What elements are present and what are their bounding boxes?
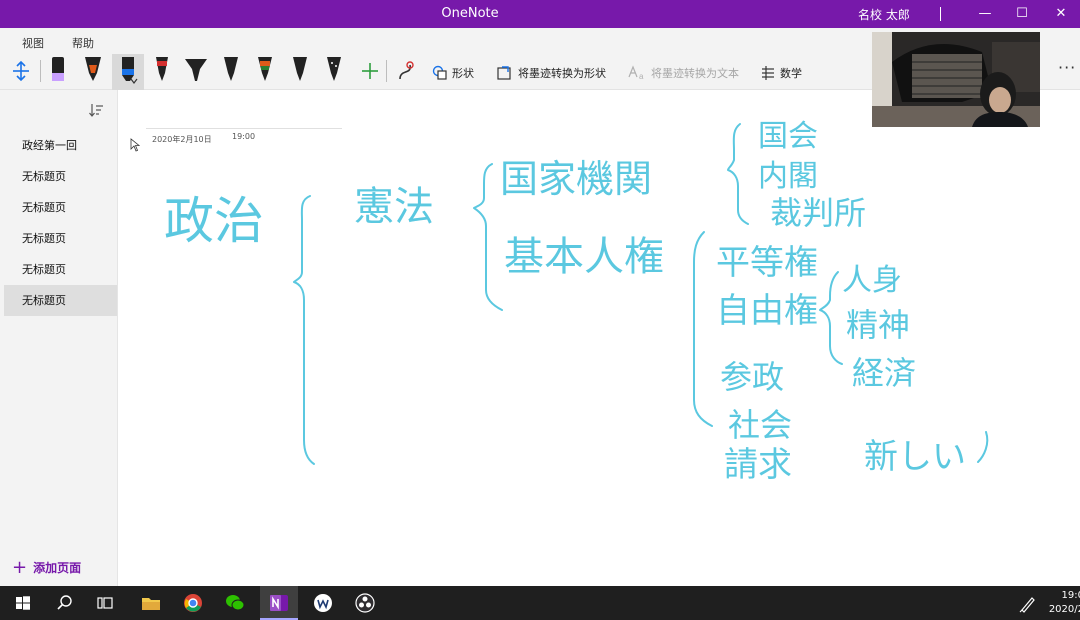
ink-word: 新しい <box>864 437 966 477</box>
ink-word: 平等権 <box>716 243 818 283</box>
ink-word: 国会 <box>758 119 818 154</box>
ink-word: 基本人権 <box>504 234 664 280</box>
system-clock[interactable]: 19:0 2020/2 <box>1044 589 1080 617</box>
file-explorer-icon[interactable] <box>138 590 164 616</box>
ink-word: 精神 <box>846 306 910 344</box>
ink-text: 政治 憲法 国家機関 基本人権 国会 内閣 裁判所 平等権 自由権 参政 社会 … <box>164 119 966 485</box>
ink-word: 参政 <box>720 358 784 396</box>
pen-tray-icon[interactable] <box>1014 590 1040 616</box>
ink-word: 政治 <box>164 192 264 250</box>
onenote-icon[interactable] <box>266 590 292 616</box>
search-icon[interactable] <box>52 590 78 616</box>
ink-word: 裁判所 <box>770 194 866 232</box>
obs-icon[interactable] <box>352 590 378 616</box>
clock-date: 2020/2 <box>1048 604 1080 615</box>
windows-start-icon[interactable] <box>10 590 36 616</box>
ink-word: 請求 <box>724 445 792 485</box>
task-view-icon[interactable] <box>92 590 118 616</box>
clock-time: 19:0 <box>1061 590 1080 601</box>
taskbar: 19:0 2020/2 <box>0 586 1080 620</box>
ink-word: 社会 <box>728 406 792 444</box>
ink-word: 経済 <box>852 354 916 392</box>
ink-word: 国家機関 <box>500 157 652 201</box>
ink-word: 自由権 <box>716 291 818 331</box>
ink-word: 憲法 <box>354 184 434 230</box>
webcam-video <box>872 32 1040 127</box>
wunderlist-icon[interactable] <box>310 590 336 616</box>
ink-word: 内閣 <box>758 159 818 194</box>
wechat-icon[interactable] <box>222 590 248 616</box>
chrome-icon[interactable] <box>180 590 206 616</box>
ink-word: 人身 <box>842 263 902 298</box>
webcam-overlay <box>872 32 1040 127</box>
